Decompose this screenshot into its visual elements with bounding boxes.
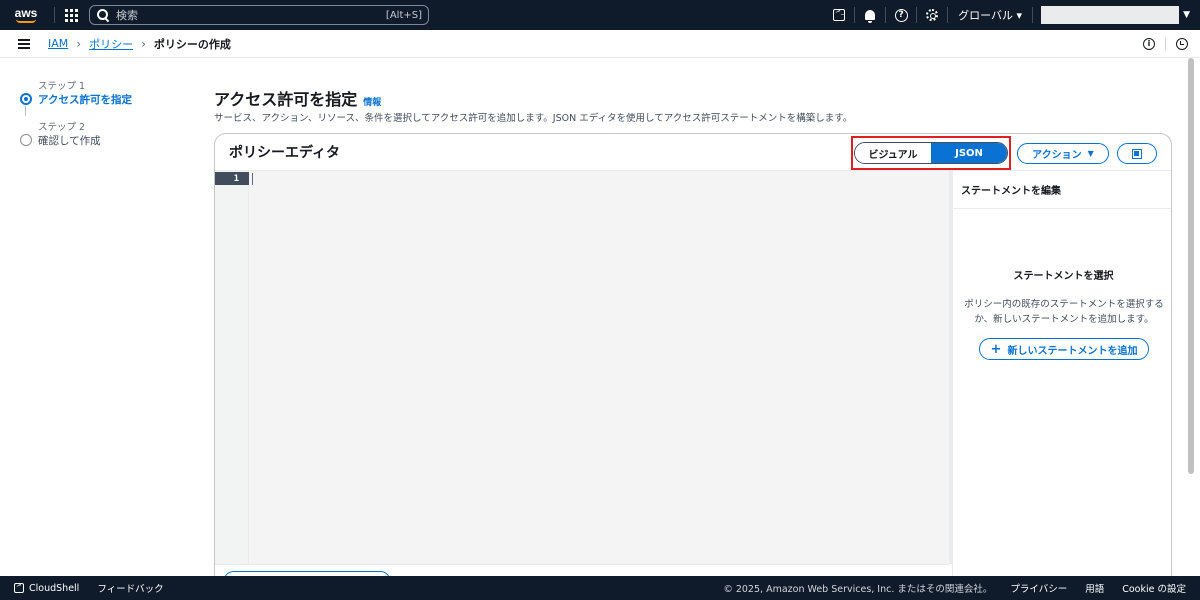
info-icon[interactable]: i bbox=[1143, 37, 1155, 50]
page-scrollbar[interactable] bbox=[1187, 58, 1195, 576]
services-grid-icon[interactable] bbox=[63, 7, 79, 23]
page-description: サービス、アクション、リソース、条件を選択してアクセス許可を追加します。JSON… bbox=[214, 113, 853, 124]
divider bbox=[1165, 36, 1166, 51]
bell-icon bbox=[865, 10, 876, 23]
aws-logo[interactable]: aws bbox=[6, 0, 46, 30]
empty-state-title: ステートメントを選択 bbox=[1013, 271, 1114, 282]
tab-json[interactable]: JSON bbox=[931, 143, 1007, 163]
settings-button[interactable] bbox=[917, 0, 947, 30]
breadcrumb-iam[interactable]: IAM bbox=[48, 37, 68, 50]
json-code-editor[interactable]: 1 bbox=[215, 171, 949, 564]
account-caret-icon[interactable]: ▼ bbox=[1183, 10, 1190, 20]
scrollbar-thumb[interactable] bbox=[1188, 58, 1194, 474]
copyright-text: © 2025, Amazon Web Services, Inc. またはその関… bbox=[723, 584, 993, 595]
cloudshell-button[interactable] bbox=[824, 0, 854, 30]
step-name: アクセス許可を指定 bbox=[38, 94, 132, 106]
breadcrumb-current: ポリシーの作成 bbox=[153, 37, 231, 51]
step-connector bbox=[25, 106, 26, 116]
policy-editor-header: ポリシーエディタ ビジュアル JSON アクション ▼ bbox=[215, 134, 1171, 171]
actions-label: アクション bbox=[1032, 150, 1082, 161]
cloudshell-link[interactable]: CloudShell bbox=[14, 581, 80, 594]
policy-editor-title: ポリシーエディタ bbox=[229, 145, 341, 161]
breadcrumb-tools: i bbox=[1143, 36, 1188, 51]
tab-visual[interactable]: ビジュアル bbox=[855, 143, 931, 163]
cookie-settings-link[interactable]: Cookie の設定 bbox=[1122, 581, 1186, 595]
aws-logo-text: aws bbox=[14, 5, 38, 20]
step-2[interactable]: ステップ 2 確認して作成 bbox=[20, 119, 190, 148]
notifications-button[interactable] bbox=[855, 0, 885, 30]
line-number: 1 bbox=[215, 172, 249, 185]
search-box[interactable]: [Alt+S] bbox=[89, 5, 429, 25]
aws-smile-icon bbox=[16, 19, 36, 23]
edit-statement-panel: ステートメントを編集 ステートメントを選択 ポリシー内の既存のステートメントを選… bbox=[952, 171, 1171, 592]
actions-dropdown-button[interactable]: アクション ▼ bbox=[1017, 143, 1109, 164]
page-title-text: アクセス許可を指定 bbox=[214, 90, 358, 109]
privacy-link[interactable]: プライバシー bbox=[1010, 581, 1067, 595]
fullscreen-icon bbox=[1132, 148, 1142, 159]
step-label: ステップ 1 bbox=[38, 81, 86, 92]
breadcrumb-bar: IAM › ポリシー › ポリシーの作成 i bbox=[0, 30, 1200, 58]
highlight-box: ビジュアル JSON bbox=[851, 136, 1011, 170]
step-1[interactable]: ステップ 1 アクセス許可を指定 bbox=[20, 78, 190, 116]
recent-activity-icon[interactable] bbox=[1176, 37, 1188, 50]
code-input-area[interactable] bbox=[250, 171, 947, 564]
caret-down-icon: ▼ bbox=[1087, 149, 1094, 158]
console-footer: CloudShell フィードバック © 2025, Amazon Web Se… bbox=[0, 576, 1200, 600]
page-title: アクセス許可を指定 情報 bbox=[214, 86, 381, 110]
add-new-statement-label: 新しいステートメントを追加 bbox=[1007, 345, 1138, 357]
nav-right-group: ? グローバル ▾ ▼ bbox=[824, 0, 1200, 30]
editor-mode-toggle: ビジュアル JSON bbox=[854, 142, 1008, 164]
divider bbox=[1032, 7, 1034, 23]
terminal-icon bbox=[14, 581, 24, 593]
fullscreen-button[interactable] bbox=[1117, 143, 1157, 164]
help-button[interactable]: ? bbox=[886, 0, 916, 30]
terms-link[interactable]: 用語 bbox=[1085, 581, 1104, 595]
chevron-right-icon: › bbox=[76, 36, 82, 51]
terminal-icon bbox=[833, 7, 846, 21]
add-new-statement-button[interactable]: + 新しいステートメントを追加 bbox=[979, 338, 1149, 360]
step-name: 確認して作成 bbox=[38, 135, 101, 147]
step-label: ステップ 2 bbox=[38, 122, 86, 133]
account-menu[interactable] bbox=[1041, 6, 1180, 24]
wizard-steps: ステップ 1 アクセス許可を指定 ステップ 2 確認して作成 bbox=[20, 78, 190, 160]
empty-state-description: ポリシー内の既存のステートメントを選択するか、新しいステートメントを追加します。 bbox=[964, 299, 1164, 325]
search-shortcut: [Alt+S] bbox=[385, 9, 422, 21]
divider bbox=[54, 7, 55, 23]
chevron-right-icon: › bbox=[141, 36, 146, 51]
search-icon bbox=[96, 8, 110, 22]
line-gutter: 1 bbox=[215, 171, 249, 564]
step-active-icon bbox=[20, 93, 32, 105]
gear-icon bbox=[926, 9, 939, 21]
search-input[interactable] bbox=[116, 8, 386, 22]
step-inactive-icon bbox=[20, 134, 32, 146]
region-selector[interactable]: グローバル ▾ bbox=[948, 7, 1032, 23]
text-cursor bbox=[252, 173, 253, 185]
feedback-link[interactable]: フィードバック bbox=[97, 581, 163, 595]
hamburger-menu-icon[interactable] bbox=[18, 38, 30, 49]
breadcrumb-policies[interactable]: ポリシー bbox=[89, 36, 133, 52]
edit-statement-header: ステートメントを編集 bbox=[953, 171, 1171, 209]
plus-icon: + bbox=[990, 341, 1002, 357]
cloudshell-label: CloudShell bbox=[29, 582, 80, 594]
breadcrumb: IAM › ポリシー › ポリシーの作成 bbox=[48, 36, 231, 52]
help-icon: ? bbox=[894, 8, 908, 22]
top-navigation: aws [Alt+S] ? グローバル ▾ ▼ bbox=[0, 0, 1200, 30]
info-link[interactable]: 情報 bbox=[363, 95, 381, 108]
policy-editor-panel: ポリシーエディタ ビジュアル JSON アクション ▼ 1 + 新しいステートメ… bbox=[214, 133, 1172, 593]
